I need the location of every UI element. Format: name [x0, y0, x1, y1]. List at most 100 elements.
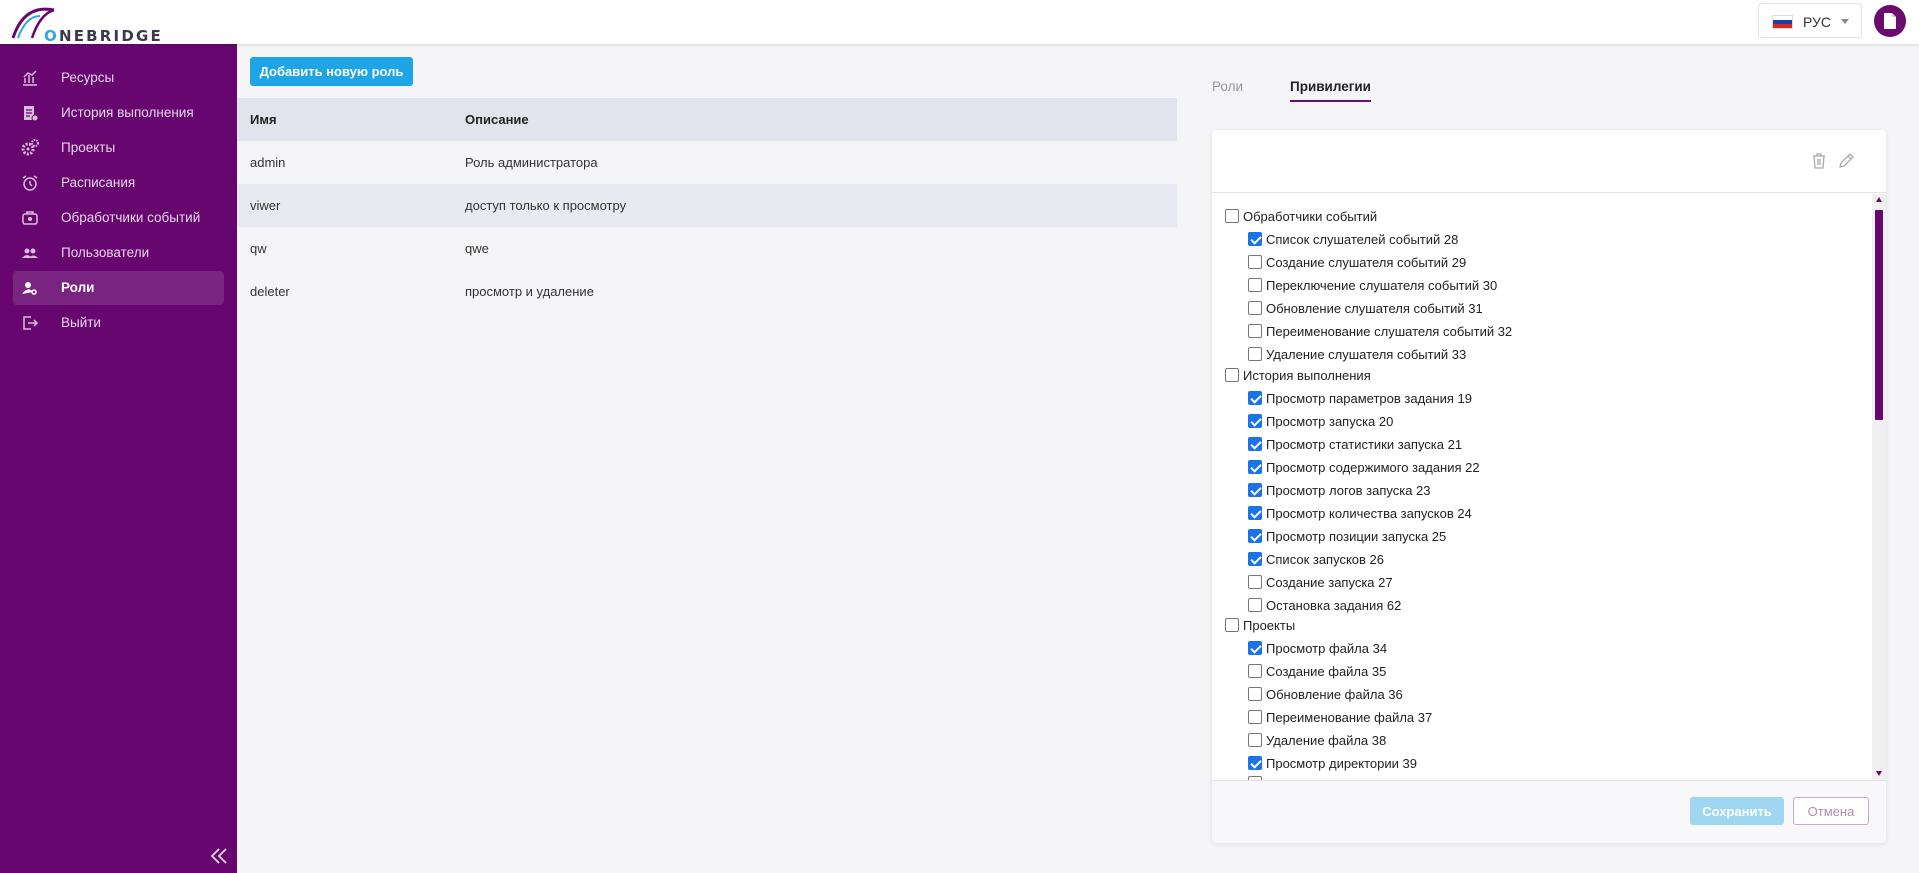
language-label: РУС [1803, 14, 1832, 30]
group-label: История выполнения [1243, 368, 1371, 383]
privilege-checkbox[interactable] [1248, 301, 1262, 315]
sidebar-item-logout[interactable]: Выйти [13, 306, 224, 340]
privilege-checkbox[interactable] [1248, 255, 1262, 269]
role-description: qwe [465, 241, 489, 256]
group-checkbox[interactable] [1225, 209, 1239, 223]
sidebar-item-label: Роли [61, 280, 95, 295]
privilege-checkbox[interactable] [1248, 733, 1262, 747]
table-header: Имя Описание [237, 98, 1177, 141]
panel-footer: Сохранить Отмена [1212, 780, 1886, 843]
privilege-checkbox[interactable] [1248, 664, 1262, 678]
privilege-checkbox[interactable] [1248, 575, 1262, 589]
privilege-label: Удаление файла 38 [1266, 733, 1387, 748]
table-row[interactable]: viwer доступ только к просмотру [237, 184, 1177, 227]
privilege-label: Список слушателей событий 28 [1266, 232, 1459, 247]
privilege-label: Просмотр статистики запуска 21 [1266, 437, 1463, 452]
privilege-label: Просмотр файла 34 [1266, 641, 1388, 656]
privilege-checkbox[interactable] [1248, 347, 1262, 361]
privilege-checkbox[interactable] [1248, 552, 1262, 566]
privilege-label: Переименование слушателя событий 32 [1266, 324, 1513, 339]
privilege-label: Просмотр логов запуска 23 [1266, 483, 1431, 498]
pencil-icon [1839, 153, 1854, 168]
sidebar-item-history[interactable]: История выполнения [13, 96, 224, 130]
panel-toolbar [1212, 130, 1886, 193]
delete-button[interactable] [1809, 151, 1829, 171]
sidebar-item-users[interactable]: Пользователи [13, 236, 224, 270]
privilege-label: Создание слушателя событий 29 [1266, 255, 1467, 270]
privilege-checkbox[interactable] [1248, 324, 1262, 338]
privilege-label: Удаление слушателя событий 33 [1266, 347, 1467, 362]
add-role-button[interactable]: Добавить новую роль [250, 57, 413, 86]
privilege-checkbox[interactable] [1248, 278, 1262, 292]
onebridge-logo[interactable]: ONEBRIDGE [10, 6, 161, 45]
role-name: deleter [250, 284, 290, 299]
privilege-checkbox[interactable] [1248, 598, 1262, 612]
save-button[interactable]: Сохранить [1690, 797, 1784, 825]
column-header-name: Имя [250, 112, 277, 127]
group-checkbox[interactable] [1225, 618, 1239, 632]
privileges-panel: Обработчики событий Список слушателей со… [1212, 130, 1886, 843]
scrollbar-thumb[interactable] [1875, 210, 1883, 420]
privilege-checkbox[interactable] [1248, 756, 1262, 770]
sidebar-item-event-handlers[interactable]: Обработчики событий [13, 201, 224, 235]
alarm-clock-icon [22, 175, 38, 191]
tab-roles[interactable]: Роли [1212, 79, 1243, 100]
caret-down-icon [1841, 19, 1849, 24]
sidebar-item-resources[interactable]: Ресурсы [13, 61, 224, 95]
privilege-label: Создание запуска 27 [1266, 575, 1393, 590]
sidebar: Ресурсы История выполнения Проекты Распи… [0, 44, 237, 873]
double-chevron-left-icon [210, 848, 227, 864]
privilege-label: Переименование файла 37 [1266, 710, 1433, 725]
top-header: ONEBRIDGE РУС [0, 0, 1919, 45]
table-row[interactable]: admin Роль администратора [237, 141, 1177, 184]
history-list-icon [24, 106, 39, 122]
privilege-checkbox[interactable] [1248, 687, 1262, 701]
column-header-description: Описание [465, 112, 529, 127]
privilege-checkbox[interactable] [1248, 414, 1262, 428]
privilege-label: Обновление файла 36 [1266, 687, 1403, 702]
sidebar-item-schedules[interactable]: Расписания [13, 166, 224, 200]
sidebar-collapse-button[interactable] [207, 844, 231, 868]
privilege-checkbox[interactable] [1248, 641, 1262, 655]
privilege-checkbox[interactable] [1248, 460, 1262, 474]
privilege-label: Просмотр позиции запуска 25 [1266, 529, 1447, 544]
privileges-scrollbar[interactable] [1872, 194, 1886, 780]
language-selector[interactable]: РУС [1758, 3, 1862, 38]
privilege-checkbox[interactable] [1248, 506, 1262, 520]
sidebar-item-label: Проекты [61, 140, 116, 155]
user-key-icon [22, 282, 37, 295]
user-menu-button[interactable] [1874, 5, 1906, 37]
table-row[interactable]: deleter просмотр и удаление [237, 270, 1177, 313]
tab-privileges[interactable]: Привилегии [1290, 79, 1371, 102]
role-description: просмотр и удаление [465, 284, 594, 299]
sidebar-item-projects[interactable]: Проекты [13, 131, 224, 165]
role-description: доступ только к просмотру [465, 198, 627, 213]
privilege-checkbox[interactable] [1248, 710, 1262, 724]
sidebar-item-label: Обработчики событий [61, 210, 201, 225]
privilege-checkbox[interactable] [1248, 483, 1262, 497]
privilege-checkbox[interactable] [1248, 232, 1262, 246]
logo-wordmark: ONEBRIDGE [44, 27, 163, 45]
role-description: Роль администратора [465, 155, 598, 170]
sidebar-item-label: Выйти [61, 315, 101, 330]
table-row[interactable]: qw qwe [237, 227, 1177, 270]
logout-icon [23, 316, 39, 330]
scroll-up-arrow-icon[interactable] [1876, 197, 1882, 202]
role-name: viwer [250, 198, 281, 213]
privilege-checkbox[interactable] [1248, 391, 1262, 405]
group-checkbox[interactable] [1225, 368, 1239, 382]
roles-table: Имя Описание admin Роль администратора v… [237, 98, 1177, 313]
privilege-label: Просмотр содержимого задания 22 [1266, 460, 1480, 475]
cancel-button[interactable]: Отмена [1793, 797, 1869, 825]
event-handler-icon [22, 211, 38, 225]
role-name: qw [250, 241, 267, 256]
document-user-icon [1884, 13, 1896, 29]
group-label: Обработчики событий [1243, 209, 1378, 224]
scroll-down-arrow-icon[interactable] [1876, 771, 1882, 776]
edit-button[interactable] [1836, 151, 1856, 171]
privilege-checkbox[interactable] [1248, 529, 1262, 543]
privilege-checkbox[interactable] [1248, 437, 1262, 451]
privilege-label: Обновление слушателя событий 31 [1266, 301, 1483, 316]
sidebar-item-roles[interactable]: Роли [13, 271, 224, 305]
privilege-label: Просмотр запуска 20 [1266, 414, 1394, 429]
